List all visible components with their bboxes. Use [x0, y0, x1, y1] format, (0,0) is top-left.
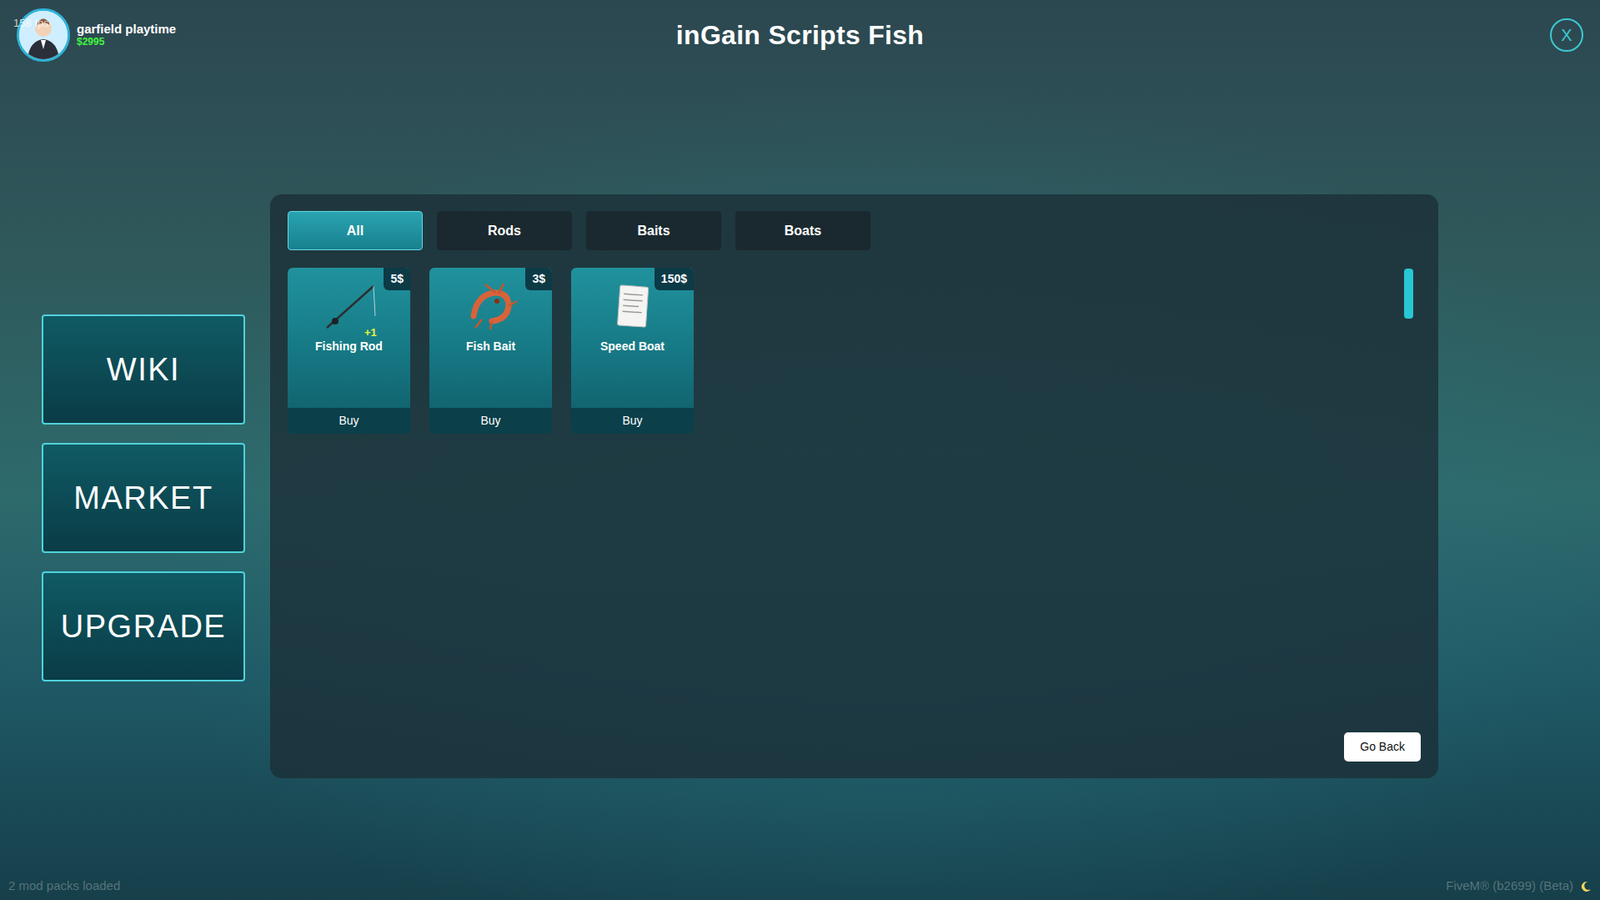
fps-counter: 158 fps [13, 15, 50, 32]
document-icon [603, 282, 663, 333]
item-image [603, 282, 663, 333]
category-tab[interactable]: Rods [436, 210, 572, 251]
scrollbar-thumb[interactable] [1404, 268, 1414, 319]
close-button[interactable]: X [1549, 18, 1584, 52]
market-panel: All Rods Baits Boats 5$ +1Fishing Rod Buy 3$ Fis… [270, 194, 1439, 778]
avatar-icon [16, 8, 71, 62]
price-badge: 3$ [525, 267, 552, 291]
item-name: Speed Boat [595, 337, 670, 356]
category-tab[interactable]: Boats [735, 210, 871, 251]
item-name: Fishing Rod [310, 337, 388, 356]
buy-button[interactable]: Buy [287, 407, 411, 434]
shop-item-card: 3$ Fish Bait Buy [429, 267, 552, 434]
sidebar-button[interactable]: MARKET [41, 442, 246, 553]
moon-icon [1579, 876, 1592, 896]
fishing-rod-icon [320, 282, 379, 333]
shop-item-card: 5$ +1Fishing Rod Buy [287, 267, 411, 434]
player-name: garfield playtime [76, 22, 176, 37]
build-label: FiveM® (b2699) (Beta) [1445, 876, 1574, 896]
shop-item-card: 150$ Speed Boat Buy [571, 267, 694, 434]
price-badge: 150$ [654, 267, 694, 291]
build-info: FiveM® (b2699) (Beta) [1445, 876, 1592, 896]
sidebar: WIKI MARKET UPGRADE [41, 314, 246, 682]
player-text: garfield playtime$2995 [76, 22, 176, 48]
buy-button[interactable]: Buy [429, 407, 552, 434]
mod-status: 2 mod packs loaded [8, 876, 121, 896]
item-grid: 5$ +1Fishing Rod Buy 3$ Fish Bait Buy 150$ Spee… [287, 267, 1421, 733]
tab-bar: All Rods Baits Boats [287, 210, 1421, 251]
price-badge: 5$ [383, 267, 411, 291]
item-name: Fish Bait [461, 337, 521, 356]
category-tab[interactable]: All [287, 210, 423, 251]
shrimp-icon [461, 282, 521, 333]
player-money: $2995 [76, 36, 176, 48]
sidebar-button[interactable]: WIKI [41, 314, 246, 425]
sidebar-button[interactable]: UPGRADE [41, 571, 246, 682]
quantity-badge: +1 [364, 324, 377, 342]
category-tab[interactable]: Baits [586, 210, 722, 251]
player-info: garfield playtime$2995 [16, 8, 176, 62]
window-title: inGain Scripts Fish [676, 15, 924, 56]
go-back-button[interactable]: Go Back [1344, 732, 1421, 762]
panel-footer: Go Back [287, 732, 1421, 762]
item-image [320, 282, 379, 333]
buy-button[interactable]: Buy [571, 407, 694, 434]
item-image [461, 282, 521, 333]
